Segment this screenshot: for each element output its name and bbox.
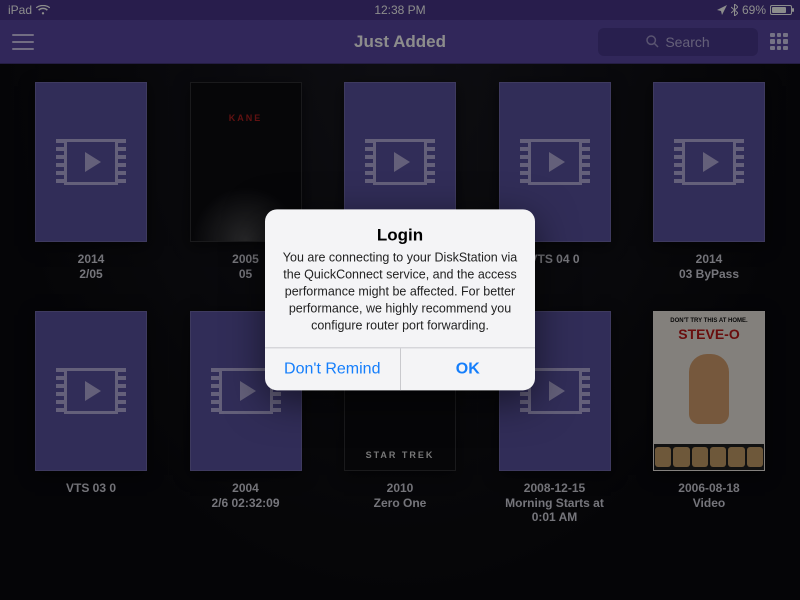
alert-title: Login	[279, 225, 521, 245]
ok-button[interactable]: OK	[401, 349, 536, 391]
dont-remind-button[interactable]: Don't Remind	[265, 349, 401, 391]
alert-message: You are connecting to your DiskStation v…	[279, 249, 521, 333]
login-alert: Login You are connecting to your DiskSta…	[265, 209, 535, 390]
